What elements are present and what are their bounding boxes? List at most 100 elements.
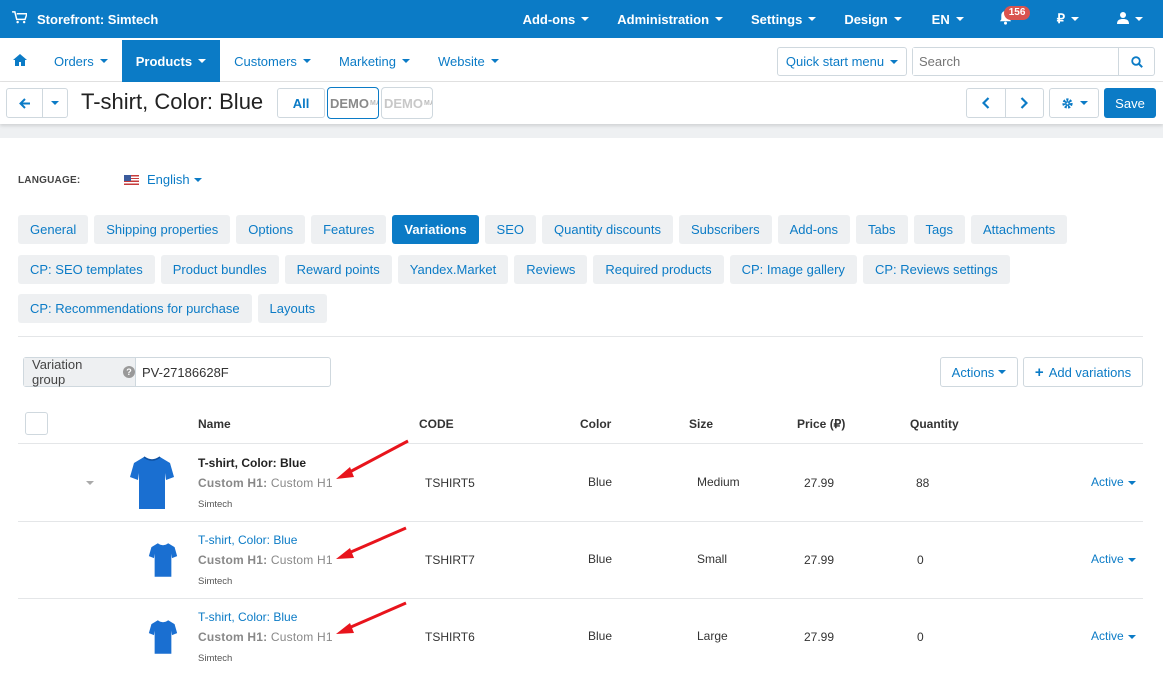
custom-h1-value: Custom H1: [270, 553, 333, 567]
product-name-link[interactable]: T-shirt, Color: Blue: [198, 610, 297, 624]
vendor-name: Simtech: [198, 576, 233, 587]
tab-reward-points[interactable]: Reward points: [284, 255, 392, 284]
language-selector[interactable]: English: [124, 172, 202, 187]
tab-product-bundles[interactable]: Product bundles: [160, 255, 279, 284]
product-price[interactable]: 27.99: [804, 630, 834, 644]
status-dropdown[interactable]: Active: [1091, 552, 1136, 566]
product-price[interactable]: 27.99: [804, 553, 834, 567]
tshirt-thumbnail[interactable]: [148, 542, 178, 578]
tab-cp-image-gallery[interactable]: CP: Image gallery: [729, 255, 857, 284]
user-icon: [1117, 11, 1129, 27]
product-size: Small: [697, 552, 728, 566]
actions-button[interactable]: Actions: [940, 357, 1018, 387]
search-input[interactable]: [913, 48, 1118, 75]
storefront-demo-button-2[interactable]: DEMOMA: [381, 87, 433, 119]
quick-start-menu-button[interactable]: Quick start menu: [777, 47, 907, 76]
menu-settings[interactable]: Settings: [737, 0, 830, 38]
tshirt-thumbnail[interactable]: [130, 455, 174, 511]
tab-subscribers[interactable]: Subscribers: [678, 215, 772, 244]
product-quantity[interactable]: 0: [917, 630, 924, 644]
tab-seo[interactable]: SEO: [484, 215, 537, 244]
tab-layouts[interactable]: Layouts: [257, 294, 328, 323]
storefront-demo-button-1[interactable]: DEMOMA: [327, 87, 379, 119]
chevron-left-icon: [981, 97, 990, 109]
product-color: Blue: [588, 475, 613, 489]
tab-cp-reviews-settings[interactable]: CP: Reviews settings: [862, 255, 1010, 284]
product-size: Large: [697, 629, 728, 643]
tab-general[interactable]: General: [18, 215, 89, 244]
product-code: TSHIRT6: [425, 630, 475, 644]
menu-addons[interactable]: Add-ons: [509, 0, 604, 38]
product-quantity[interactable]: 88: [916, 476, 929, 490]
tab-cp-seo-templates[interactable]: CP: SEO templates: [18, 255, 155, 284]
tab-add-ons[interactable]: Add-ons: [777, 215, 851, 244]
menu-design-label: Design: [844, 11, 888, 27]
cart-icon: [12, 11, 28, 27]
nav-orders[interactable]: Orders: [40, 40, 122, 82]
nav-customers-label: Customers: [234, 53, 297, 69]
tab-yandex-market[interactable]: Yandex.Market: [397, 255, 509, 284]
add-variations-button[interactable]: + Add variations: [1023, 357, 1143, 387]
product-quantity[interactable]: 0: [917, 553, 924, 567]
annotation-arrow-icon: [336, 526, 407, 559]
demo-logo-small: MA: [370, 99, 378, 107]
nav-products-label: Products: [135, 53, 193, 69]
nav-products[interactable]: Products: [121, 40, 221, 82]
nav-marketing[interactable]: Marketing: [325, 40, 424, 82]
page-title: T-shirt, Color: Blue: [81, 89, 264, 114]
tab-cp-recommendations-for-purchase[interactable]: CP: Recommendations for purchase: [18, 294, 252, 323]
chevron-down-icon: [1127, 634, 1136, 639]
back-button[interactable]: [7, 89, 43, 117]
header-quantity[interactable]: Quantity: [910, 417, 959, 431]
menu-administration[interactable]: Administration: [603, 0, 737, 38]
menu-design[interactable]: Design: [830, 0, 915, 38]
custom-h1-label: Custom H1:: [198, 476, 268, 490]
header-name[interactable]: Name: [198, 417, 231, 431]
collapse-toggle-icon[interactable]: [86, 481, 94, 485]
header-price[interactable]: Price (₽): [797, 417, 845, 431]
storefront-link[interactable]: Storefront: Simtech: [12, 11, 158, 27]
chevron-down-icon: [715, 17, 724, 21]
tab-shipping-properties[interactable]: Shipping properties: [94, 215, 231, 244]
tshirt-thumbnail[interactable]: [148, 619, 178, 655]
tab-required-products[interactable]: Required products: [593, 255, 724, 284]
tab-tags[interactable]: Tags: [913, 215, 965, 244]
tab-quantity-discounts[interactable]: Quantity discounts: [542, 215, 673, 244]
variation-group-label-text: Variation group: [32, 357, 83, 387]
help-icon[interactable]: ?: [123, 366, 135, 378]
tab-features[interactable]: Features: [311, 215, 387, 244]
tab-variations[interactable]: Variations: [392, 215, 479, 244]
product-name-link[interactable]: T-shirt, Color: Blue: [198, 533, 297, 547]
notifications-button[interactable]: 156: [980, 0, 1037, 38]
save-button[interactable]: Save: [1104, 88, 1156, 118]
select-all-checkbox[interactable]: [25, 412, 48, 435]
status-dropdown[interactable]: Active: [1091, 629, 1136, 643]
chevron-down-icon: [99, 59, 108, 63]
nav-website[interactable]: Website: [424, 40, 513, 82]
currency-menu[interactable]: ₽: [1037, 0, 1099, 38]
status-label: Active: [1091, 629, 1124, 643]
settings-dropdown-button[interactable]: [1049, 88, 1099, 118]
tab-options[interactable]: Options: [236, 215, 306, 244]
tab-reviews[interactable]: Reviews: [514, 255, 588, 284]
header-size[interactable]: Size: [689, 417, 713, 431]
user-menu[interactable]: [1099, 0, 1153, 38]
search-button[interactable]: [1118, 48, 1154, 75]
tab-attachments[interactable]: Attachments: [970, 215, 1068, 244]
variation-group-value[interactable]: PV-27186628F: [136, 358, 330, 386]
home-icon[interactable]: [12, 53, 28, 67]
menu-language[interactable]: EN: [916, 0, 980, 38]
plus-icon: +: [1034, 363, 1044, 381]
back-history-dropdown[interactable]: [43, 89, 67, 117]
table-row: T-shirt, Color: Blue Custom H1: Custom H…: [18, 439, 1143, 522]
prev-product-button[interactable]: [967, 89, 1006, 117]
header-code[interactable]: CODE: [419, 417, 454, 431]
product-price[interactable]: 27.99: [804, 476, 834, 490]
gear-icon: [1061, 97, 1073, 109]
next-product-button[interactable]: [1006, 89, 1044, 117]
tab-tabs[interactable]: Tabs: [856, 215, 908, 244]
all-storefronts-button[interactable]: All: [277, 88, 325, 118]
header-color[interactable]: Color: [580, 417, 611, 431]
nav-customers[interactable]: Customers: [220, 40, 325, 82]
status-dropdown[interactable]: Active: [1091, 475, 1136, 489]
